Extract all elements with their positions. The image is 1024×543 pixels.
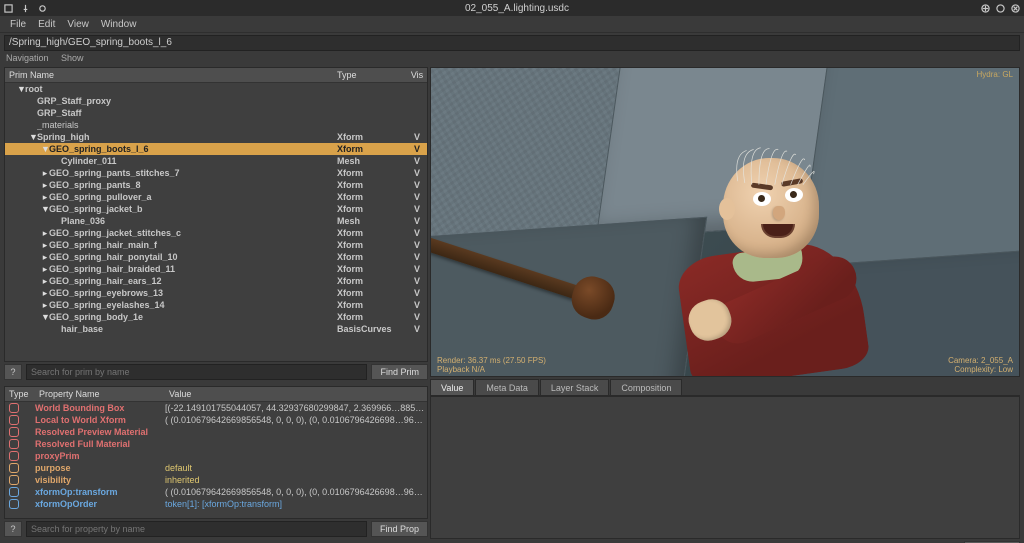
menu-bar: File Edit View Window	[0, 16, 1024, 33]
timeline: 327.0 327.0 365.0 365.0 Play	[0, 539, 1024, 543]
property-row[interactable]: proxyPrim	[5, 450, 427, 462]
maximize-icon[interactable]	[996, 4, 1005, 13]
property-header: Type Property Name Value	[5, 387, 427, 402]
pin-icon[interactable]	[21, 4, 30, 13]
tab-composition[interactable]: Composition	[610, 379, 682, 395]
outliner-help-button[interactable]: ?	[4, 364, 22, 380]
find-prop-button[interactable]: Find Prop	[371, 521, 428, 537]
property-row[interactable]: visibilityinherited	[5, 474, 427, 486]
col-prim-name[interactable]: Prim Name	[5, 70, 337, 80]
viewport-camera-info: Camera: 2_055_A Complexity: Low	[948, 356, 1013, 374]
menu-view[interactable]: View	[61, 19, 95, 30]
minimize-icon[interactable]	[981, 4, 990, 13]
tab-layer-stack[interactable]: Layer Stack	[540, 379, 610, 395]
window-controls	[981, 4, 1020, 13]
app-icon	[4, 4, 13, 13]
window-icon-group	[4, 4, 47, 13]
tree-row[interactable]: ▼root	[5, 83, 427, 95]
property-row[interactable]: Resolved Full Material	[5, 438, 427, 450]
prim-outliner: Prim Name Type Vis ▼rootGRP_Staff_proxyG…	[4, 67, 428, 362]
tab-metadata[interactable]: Meta Data	[475, 379, 539, 395]
col-vis[interactable]: Vis	[407, 70, 427, 80]
tree-row[interactable]: ▸GEO_spring_hair_braided_11XformV	[5, 263, 427, 275]
tree-row[interactable]: GRP_Staff_proxy	[5, 95, 427, 107]
outliner-tree[interactable]: ▼rootGRP_Staff_proxyGRP_Staff_materials▼…	[5, 83, 427, 361]
tree-row[interactable]: GRP_Staff	[5, 107, 427, 119]
tree-row[interactable]: ▼Spring_highXformV	[5, 131, 427, 143]
submenu-navigation[interactable]: Navigation	[6, 53, 49, 63]
property-list[interactable]: World Bounding Box[(-22.149101755044057,…	[5, 402, 427, 518]
scene-character	[651, 168, 901, 377]
prim-path-field[interactable]: /Spring_high/GEO_spring_boots_l_6	[4, 35, 1020, 51]
property-row[interactable]: purposedefault	[5, 462, 427, 474]
tree-row[interactable]: hair_baseBasisCurvesV	[5, 323, 427, 335]
inspector-tabs: Value Meta Data Layer Stack Composition	[430, 379, 1020, 396]
menu-edit[interactable]: Edit	[32, 19, 61, 30]
close-icon[interactable]	[1011, 4, 1020, 13]
tree-row[interactable]: Cylinder_011MeshV	[5, 155, 427, 167]
outliner-header: Prim Name Type Vis	[5, 68, 427, 83]
prim-search-input[interactable]	[26, 364, 367, 380]
tree-row[interactable]: ▸GEO_spring_pants_8XformV	[5, 179, 427, 191]
tree-row[interactable]: ▸GEO_spring_jacket_stitches_cXformV	[5, 227, 427, 239]
viewport-render-stats: Render: 36.37 ms (27.50 FPS) Playback N/…	[437, 356, 546, 374]
title-bar: 02_055_A.lighting.usdc	[0, 0, 1024, 16]
tree-row[interactable]: ▸GEO_spring_eyelashes_14XformV	[5, 299, 427, 311]
tree-row[interactable]: ▸GEO_spring_hair_ears_12XformV	[5, 275, 427, 287]
col-prop-value[interactable]: Value	[169, 389, 427, 399]
tree-row[interactable]: ▼GEO_spring_body_1eXformV	[5, 311, 427, 323]
property-help-button[interactable]: ?	[4, 521, 22, 537]
property-row[interactable]: World Bounding Box[(-22.149101755044057,…	[5, 402, 427, 414]
inspector-body	[430, 396, 1020, 539]
submenu-show[interactable]: Show	[61, 53, 84, 63]
property-panel: Type Property Name Value World Bounding …	[4, 386, 428, 519]
viewport[interactable]: Hydra: GL Render: 36.37 ms (27.50 FPS) P…	[430, 67, 1020, 377]
property-row[interactable]: xformOp:transform( (0.010679642669856548…	[5, 486, 427, 498]
tab-value[interactable]: Value	[430, 379, 474, 395]
tree-row[interactable]: ▸GEO_spring_eyebrows_13XformV	[5, 287, 427, 299]
tree-row[interactable]: Plane_036MeshV	[5, 215, 427, 227]
menu-file[interactable]: File	[4, 19, 32, 30]
tree-row[interactable]: ▼GEO_spring_boots_l_6XformV	[5, 143, 427, 155]
tree-row[interactable]: ▸GEO_spring_pullover_aXformV	[5, 191, 427, 203]
property-row[interactable]: xformOpOrdertoken[1]: [xformOp:transform…	[5, 498, 427, 510]
tree-row[interactable]: _materials	[5, 119, 427, 131]
sub-menu-bar: Navigation Show	[0, 53, 1024, 67]
tree-row[interactable]: ▸GEO_spring_hair_main_fXformV	[5, 239, 427, 251]
sticky-icon[interactable]	[38, 4, 47, 13]
tree-row[interactable]: ▼GEO_spring_jacket_bXformV	[5, 203, 427, 215]
tree-row[interactable]: ▸GEO_spring_hair_ponytail_10XformV	[5, 251, 427, 263]
window-title: 02_055_A.lighting.usdc	[53, 3, 981, 14]
property-row[interactable]: Local to World Xform( (0.010679642669856…	[5, 414, 427, 426]
property-search-input[interactable]	[26, 521, 367, 537]
find-prim-button[interactable]: Find Prim	[371, 364, 428, 380]
col-type[interactable]: Type	[337, 70, 407, 80]
viewport-engine-label: Hydra: GL	[977, 70, 1013, 79]
col-prop-name[interactable]: Property Name	[39, 389, 169, 399]
tree-row[interactable]: ▸GEO_spring_pants_stitches_7XformV	[5, 167, 427, 179]
property-row[interactable]: Resolved Preview Material	[5, 426, 427, 438]
menu-window[interactable]: Window	[95, 19, 143, 30]
col-prop-type[interactable]: Type	[5, 389, 39, 399]
